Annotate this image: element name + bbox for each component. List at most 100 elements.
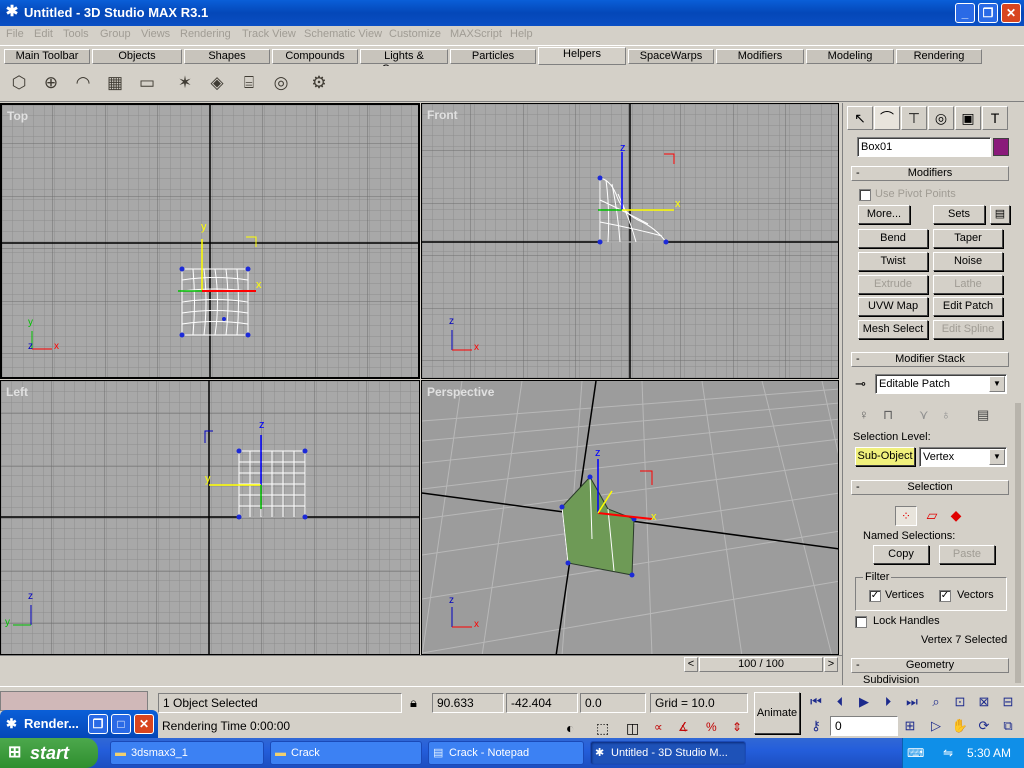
create-tab-icon[interactable]: ↖ bbox=[847, 106, 873, 130]
compass-icon[interactable]: ✶ bbox=[172, 70, 198, 96]
object-name-field[interactable]: Box01 bbox=[857, 137, 991, 157]
y-coordinate-field[interactable]: -42.404 bbox=[506, 693, 578, 713]
point-icon[interactable]: ⊕ bbox=[38, 70, 64, 96]
motion-tab-icon[interactable]: ◎ bbox=[928, 106, 954, 130]
vertex-level-icon[interactable]: ⁘ bbox=[895, 506, 917, 526]
zoom-extents-all-icon[interactable]: ⊟ bbox=[998, 692, 1018, 712]
tab-modeling[interactable]: Modeling bbox=[806, 49, 894, 64]
sets-button[interactable]: Sets bbox=[933, 205, 985, 224]
angle-snap-icon[interactable]: ∡ bbox=[678, 720, 689, 734]
window-crossing-icon[interactable]: ⬚ bbox=[596, 720, 609, 737]
panel-scrollbar[interactable] bbox=[1015, 403, 1021, 683]
snap-toggle-icon[interactable]: ◫ bbox=[626, 720, 639, 737]
task-3dsmax3-1[interactable]: ▬ 3dsmax3_1 bbox=[110, 741, 264, 765]
tab-helpers[interactable]: Helpers bbox=[538, 47, 626, 65]
tab-spacewarps[interactable]: SpaceWarps bbox=[628, 49, 714, 64]
mesh-select-button[interactable]: Mesh Select bbox=[858, 320, 928, 339]
uvw-map-button[interactable]: UVW Map bbox=[858, 297, 928, 316]
extrude-button[interactable]: Extrude bbox=[858, 275, 928, 294]
copy-button[interactable]: Copy bbox=[873, 545, 929, 564]
paste-button[interactable]: Paste bbox=[939, 545, 995, 564]
current-frame-field[interactable]: 0 bbox=[830, 716, 898, 736]
viewport-top[interactable]: Top y x y z x bbox=[0, 103, 420, 379]
lock-handles-checkbox[interactable] bbox=[855, 616, 867, 628]
close-button[interactable]: ✕ bbox=[1001, 3, 1021, 23]
tab-rendering[interactable]: Rendering bbox=[896, 49, 982, 64]
minimize-button[interactable]: _ bbox=[955, 3, 975, 23]
chevron-down-icon[interactable]: ▼ bbox=[989, 376, 1005, 392]
render-minimized-window[interactable]: ✱ Render... ❐ □ ✕ bbox=[0, 710, 158, 738]
viewport-front[interactable]: Front z x z x bbox=[421, 103, 839, 379]
keyboard-icon[interactable]: ⌨ bbox=[907, 738, 924, 768]
previous-frame-icon[interactable]: ⏴ bbox=[830, 692, 850, 712]
modifiers-rollup[interactable]: - Modifiers bbox=[851, 166, 1009, 181]
clock[interactable]: 5:30 AM bbox=[967, 738, 1011, 768]
edit-patch-button[interactable]: Edit Patch bbox=[933, 297, 1003, 316]
grid-icon[interactable]: ▦ bbox=[102, 70, 128, 96]
more-button[interactable]: More... bbox=[858, 205, 910, 224]
percent-snap-icon[interactable]: % bbox=[706, 720, 717, 734]
tab-lights-cameras[interactable]: Lights & Cameras bbox=[360, 49, 448, 75]
dummy-icon[interactable]: ⬡ bbox=[6, 70, 32, 96]
key-mode-icon[interactable]: ⚷ bbox=[806, 716, 826, 736]
remove-modifier-icon[interactable]: ♁ bbox=[941, 407, 951, 422]
time-frame-indicator[interactable]: 100 / 100 bbox=[699, 657, 823, 672]
play-icon[interactable]: ▶ bbox=[854, 692, 874, 712]
z-coordinate-field[interactable]: 0.0 bbox=[580, 693, 646, 713]
viewport-left[interactable]: Left z y z y bbox=[0, 380, 420, 655]
protractor-icon[interactable]: ◠ bbox=[70, 70, 96, 96]
animate-button[interactable]: Animate bbox=[754, 692, 800, 734]
menu-views[interactable]: Views bbox=[141, 28, 170, 40]
menu-tools[interactable]: Tools bbox=[63, 28, 89, 40]
active-inactive-icon[interactable]: ♀ bbox=[859, 407, 869, 422]
modifier-stack-dropdown[interactable]: Editable Patch ▼ bbox=[875, 374, 1007, 394]
zoom-all-icon[interactable]: ⊡ bbox=[950, 692, 970, 712]
x-coordinate-field[interactable]: 90.633 bbox=[432, 693, 504, 713]
tab-modifiers[interactable]: Modifiers bbox=[716, 49, 804, 64]
menu-maxscript[interactable]: MAXScript bbox=[450, 28, 502, 40]
utilities-tab-icon[interactable]: T bbox=[982, 106, 1008, 130]
time-prev-button[interactable]: < bbox=[684, 657, 698, 672]
edit-spline-button[interactable]: Edit Spline bbox=[933, 320, 1003, 339]
lathe-button[interactable]: Lathe bbox=[933, 275, 1003, 294]
lock-selection-icon[interactable]: 🔒︎ bbox=[410, 695, 417, 711]
viewport-label-perspective[interactable]: Perspective bbox=[427, 385, 494, 399]
twist-button[interactable]: Twist bbox=[858, 252, 928, 271]
time-next-button[interactable]: > bbox=[824, 657, 838, 672]
pan-icon[interactable]: ✋ bbox=[950, 716, 970, 736]
3d-snap-icon[interactable]: ∝ bbox=[654, 720, 663, 734]
vertices-checkbox[interactable]: ✓ bbox=[869, 590, 881, 602]
restore-button[interactable]: ❐ bbox=[978, 3, 998, 23]
region-zoom-icon[interactable]: ▷ bbox=[926, 716, 946, 736]
object-color-swatch[interactable] bbox=[993, 138, 1009, 156]
pin-stack-icon[interactable]: ⊸ bbox=[855, 376, 866, 392]
time-slider[interactable]: < 100 / 100 > bbox=[0, 655, 842, 672]
noise-button[interactable]: Noise bbox=[933, 252, 1003, 271]
go-to-start-icon[interactable]: ⏮ bbox=[806, 692, 826, 712]
network-icon[interactable]: ⇋ bbox=[943, 738, 953, 768]
use-pivot-checkbox[interactable] bbox=[859, 189, 871, 201]
arc-rotate-icon[interactable]: ⟳ bbox=[974, 716, 994, 736]
viewport-label-top[interactable]: Top bbox=[7, 109, 28, 123]
menu-help[interactable]: Help bbox=[510, 28, 533, 40]
spinner-snap-icon[interactable]: ⇕ bbox=[732, 720, 742, 734]
menu-edit[interactable]: Edit bbox=[34, 28, 53, 40]
menu-customize[interactable]: Customize bbox=[389, 28, 441, 40]
menu-group[interactable]: Group bbox=[100, 28, 131, 40]
tab-main-toolbar[interactable]: Main Toolbar bbox=[4, 49, 90, 64]
tape-icon[interactable]: ▭ bbox=[134, 70, 160, 96]
chevron-down-icon[interactable]: ▼ bbox=[989, 449, 1005, 465]
restore-button[interactable]: ❐ bbox=[88, 714, 108, 734]
maximize-button[interactable]: □ bbox=[111, 714, 131, 734]
bend-button[interactable]: Bend bbox=[858, 229, 928, 248]
tab-shapes[interactable]: Shapes bbox=[184, 49, 270, 64]
selection-rollup[interactable]: - Selection bbox=[851, 480, 1009, 495]
zoom-extents-icon[interactable]: ⊠ bbox=[974, 692, 994, 712]
camera-match-icon[interactable]: ⚙ bbox=[306, 70, 332, 96]
patch-level-icon[interactable]: ▱ bbox=[921, 506, 943, 526]
task-crack[interactable]: ▬ Crack bbox=[270, 741, 422, 765]
menu-track-view[interactable]: Track View bbox=[242, 28, 296, 40]
edit-stack-icon[interactable]: ▤ bbox=[977, 407, 989, 423]
cylinder-gizmo-icon[interactable]: ⌸ bbox=[236, 70, 262, 96]
show-end-result-icon[interactable]: ⊓ bbox=[883, 407, 893, 423]
